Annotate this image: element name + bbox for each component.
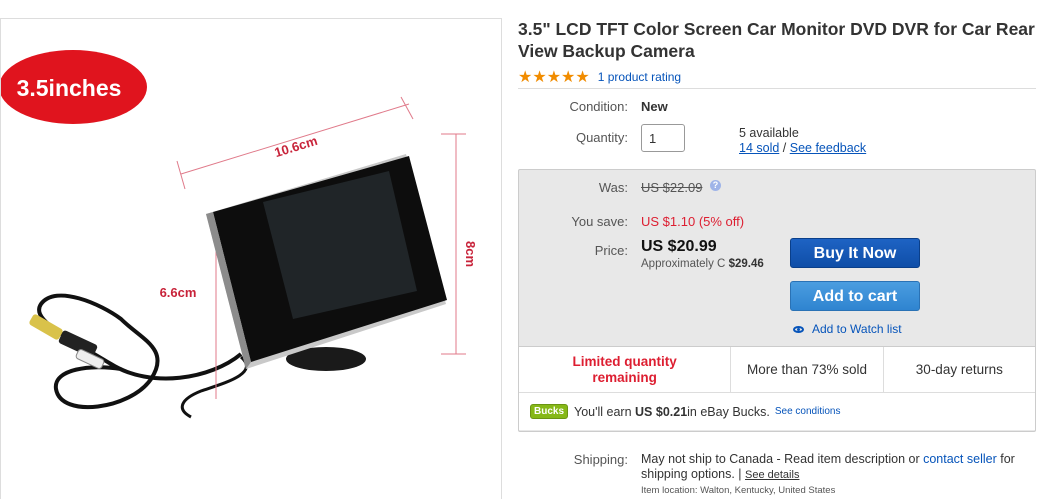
buy-it-now-button[interactable]: Buy It Now <box>790 238 920 268</box>
was-price: US $22.09 <box>641 180 703 195</box>
you-save-value: US $1.10 (5% off) <box>641 214 745 229</box>
you-save-label: You save: <box>571 214 628 229</box>
item-location: Item location: Walton, Kentucky, United … <box>641 485 836 496</box>
availability-info: 5 available 14 sold / See feedback <box>739 126 866 156</box>
shipping-label: Shipping: <box>573 452 628 467</box>
shipping-info: May not ship to Canada - Read item descr… <box>641 452 1036 483</box>
rating-row: ★★★★★ 1 product rating <box>518 67 681 87</box>
quantity-input[interactable] <box>641 124 685 152</box>
sold-count-link[interactable]: 14 sold <box>739 141 779 155</box>
price-value: US $20.99 <box>641 238 717 255</box>
add-to-cart-button[interactable]: Add to cart <box>790 281 920 311</box>
bucks-amount: US $0.21 <box>635 404 688 419</box>
dim-depth-label: 6.6cm <box>160 285 197 300</box>
star-rating-icon: ★★★★★ <box>518 69 590 86</box>
cable <box>37 293 243 410</box>
shipping-text-1: May not ship to Canada - Read item descr… <box>641 452 924 466</box>
condition-value: New <box>641 99 668 114</box>
rating-link[interactable]: 1 product rating <box>598 70 681 84</box>
dim-height-label: 8cm <box>463 241 478 267</box>
quantity-label: Quantity: <box>575 130 628 145</box>
see-feedback-link[interactable]: See feedback <box>790 141 866 155</box>
contact-seller-link[interactable]: contact seller <box>923 452 997 466</box>
product-image[interactable]: 3.5inches 10.6cm 8cm 6.6cm <box>0 18 502 499</box>
bucks-text-suffix: in eBay Bucks. <box>687 404 770 419</box>
returns-signal: 30-day returns <box>915 362 1003 377</box>
link-separator: / <box>779 141 790 155</box>
available-count: 5 available <box>739 126 799 140</box>
condition-label: Condition: <box>569 99 628 114</box>
sold-percentage-signal: More than 73% sold <box>731 347 884 392</box>
see-details-link[interactable]: See details <box>745 469 799 481</box>
was-label: Was: <box>598 180 628 195</box>
approx-price: Approximately C $29.46 <box>641 258 764 270</box>
product-title: 3.5" LCD TFT Color Screen Car Monitor DV… <box>518 19 1035 61</box>
ebay-bucks-icon: Bucks <box>530 404 569 419</box>
watchlist-label: Add to Watch list <box>812 322 902 336</box>
bucks-text-prefix: You'll earn <box>574 404 632 419</box>
ebay-bucks-row: Bucks You'll earn US $0.21 in eBay Bucks… <box>519 392 1035 430</box>
price-label: Price: <box>594 243 628 258</box>
size-badge-label: 3.5inches <box>17 75 122 101</box>
see-conditions-link[interactable]: See conditions <box>775 406 841 417</box>
add-to-watchlist-link[interactable]: Add to Watch list <box>793 322 902 336</box>
approx-price-value: $29.46 <box>728 258 764 270</box>
eye-icon <box>793 325 804 333</box>
dim-width-label: 10.6cm <box>273 133 320 160</box>
help-icon[interactable]: ? <box>710 180 721 191</box>
signals-row: Limited quantity remaining More than 73%… <box>519 346 1035 392</box>
divider <box>518 88 1036 89</box>
limited-quantity-signal: Limited quantity remaining <box>519 347 732 392</box>
